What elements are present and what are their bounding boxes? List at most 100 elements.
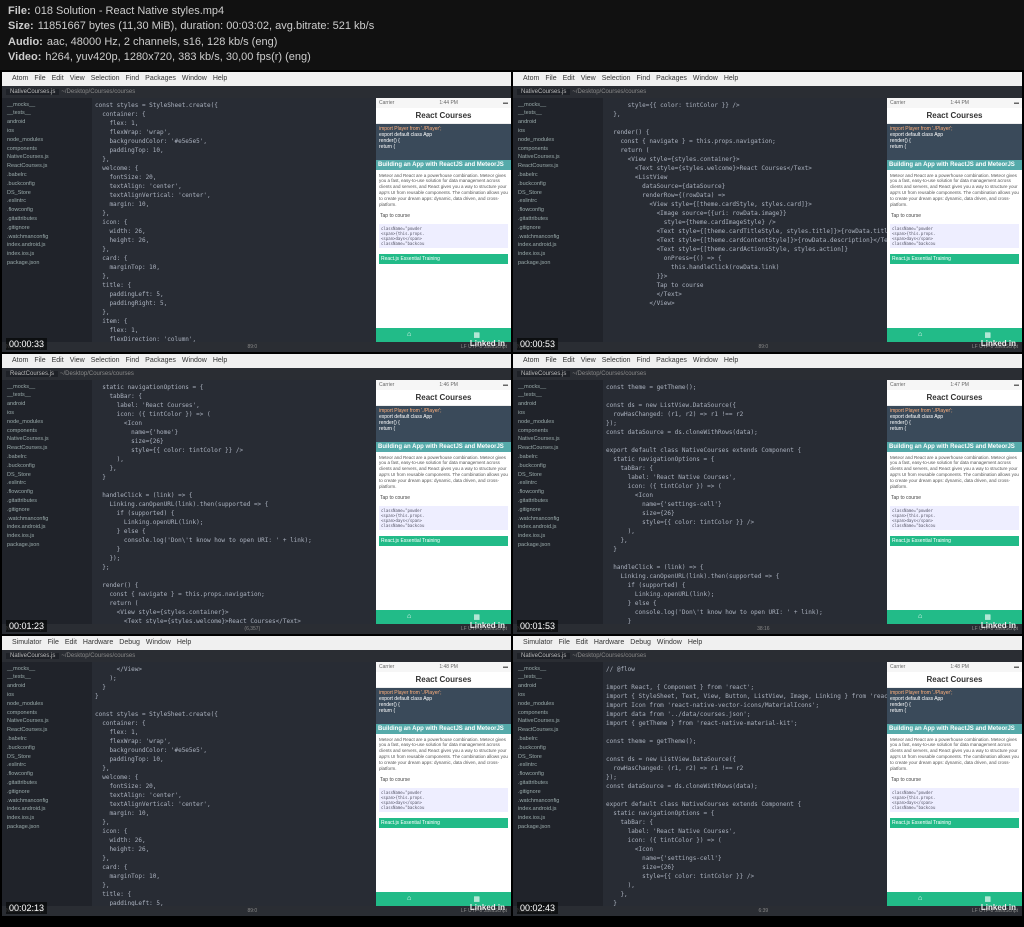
file-tree-item[interactable]: ReactCourses.js	[516, 162, 600, 171]
menu-selection[interactable]: Selection	[91, 75, 120, 82]
settings-icon[interactable]: ▦	[473, 895, 480, 903]
file-tree[interactable]: __mocks____tests__androidiosnode_modules…	[2, 380, 92, 624]
file-tree-item[interactable]: NativeCourses.js	[5, 717, 89, 726]
essential-card[interactable]: React.js Essential Training	[379, 254, 508, 264]
code-editor[interactable]: // @flow import React, { Component } fro…	[603, 662, 887, 906]
menubar[interactable]: SimulatorFileEditHardwareDebugWindowHelp	[2, 636, 511, 650]
settings-icon[interactable]: ▦	[473, 613, 480, 621]
file-tree-item[interactable]: ios	[5, 127, 89, 136]
file-tree-item[interactable]: .gitignore	[5, 788, 89, 797]
file-tree-item[interactable]: __tests__	[516, 673, 600, 682]
home-icon[interactable]: ⌂	[918, 331, 922, 338]
file-tree-item[interactable]: android	[516, 400, 600, 409]
file-tree-item[interactable]: __tests__	[516, 391, 600, 400]
file-tree[interactable]: __mocks____tests__androidiosnode_modules…	[2, 98, 92, 342]
file-tree-item[interactable]: __mocks__	[516, 383, 600, 392]
home-icon[interactable]: ⌂	[918, 895, 922, 902]
file-tree-item[interactable]: package.json	[516, 823, 600, 832]
menubar[interactable]: SimulatorFileEditHardwareDebugWindowHelp	[513, 636, 1022, 650]
menubar[interactable]: AtomFileEditViewSelectionFindPackagesWin…	[513, 72, 1022, 86]
file-tree-item[interactable]: package.json	[516, 259, 600, 268]
file-tree-item[interactable]: .gitignore	[5, 506, 89, 515]
file-tree-item[interactable]: .babelrc	[516, 171, 600, 180]
file-tree-item[interactable]: .eslintrc	[5, 479, 89, 488]
file-tree-item[interactable]: android	[5, 400, 89, 409]
file-tree-item[interactable]: .babelrc	[5, 171, 89, 180]
file-tree-item[interactable]: NativeCourses.js	[5, 435, 89, 444]
tap-link[interactable]: Tap to course	[376, 211, 511, 221]
file-tree-item[interactable]: .gitattributes	[516, 497, 600, 506]
file-tree-item[interactable]: NativeCourses.js	[516, 435, 600, 444]
file-tree-item[interactable]: .gitignore	[516, 224, 600, 233]
file-tree-item[interactable]: android	[5, 682, 89, 691]
file-tree-item[interactable]: .buckconfig	[516, 744, 600, 753]
file-tree-item[interactable]: package.json	[5, 823, 89, 832]
file-tree-item[interactable]: index.ios.js	[5, 532, 89, 541]
menu-file[interactable]: File	[34, 75, 45, 82]
file-tree-item[interactable]: index.android.js	[516, 241, 600, 250]
file-tree[interactable]: __mocks____tests__androidiosnode_modules…	[513, 662, 603, 906]
file-tree-item[interactable]: ios	[5, 409, 89, 418]
file-tree-item[interactable]: .babelrc	[516, 453, 600, 462]
file-tree-item[interactable]: ReactCourses.js	[516, 726, 600, 735]
code-editor[interactable]: static navigationOptions = { tabBar: { l…	[92, 380, 376, 624]
file-tree-item[interactable]: index.ios.js	[516, 814, 600, 823]
menu-edit[interactable]: Edit	[52, 75, 64, 82]
tab-native[interactable]: NativeCourses.js	[6, 89, 59, 95]
file-tree-item[interactable]: .gitignore	[516, 788, 600, 797]
file-tree-item[interactable]: .eslintrc	[516, 761, 600, 770]
file-tree-item[interactable]: .babelrc	[516, 735, 600, 744]
file-tree-item[interactable]: .gitignore	[516, 506, 600, 515]
file-tree-item[interactable]: node_modules	[5, 418, 89, 427]
file-tree-item[interactable]: ReactCourses.js	[5, 162, 89, 171]
file-tree-item[interactable]: __mocks__	[516, 101, 600, 110]
settings-icon[interactable]: ▦	[473, 331, 480, 339]
home-icon[interactable]: ⌂	[407, 895, 411, 902]
file-tree-item[interactable]: package.json	[5, 259, 89, 268]
file-tree-item[interactable]: .flowconfig	[5, 770, 89, 779]
file-tree-item[interactable]: index.android.js	[516, 805, 600, 814]
menu-window[interactable]: Window	[182, 75, 207, 82]
file-tree-item[interactable]: __tests__	[5, 109, 89, 118]
file-tree-item[interactable]: .watchmanconfig	[516, 233, 600, 242]
file-tree-item[interactable]: index.ios.js	[516, 532, 600, 541]
file-tree-item[interactable]: __mocks__	[516, 665, 600, 674]
file-tree-item[interactable]: index.ios.js	[5, 250, 89, 259]
file-tree-item[interactable]: DS_Store	[5, 189, 89, 198]
file-tree-item[interactable]: components	[5, 427, 89, 436]
file-tree-item[interactable]: .gitattributes	[5, 779, 89, 788]
code-editor[interactable]: const theme = getTheme(); const ds = new…	[603, 380, 887, 624]
file-tree-item[interactable]: components	[516, 427, 600, 436]
file-tree-item[interactable]: ios	[516, 409, 600, 418]
file-tree-item[interactable]: DS_Store	[516, 471, 600, 480]
file-tree-item[interactable]: android	[516, 118, 600, 127]
file-tree-item[interactable]: DS_Store	[516, 189, 600, 198]
file-tree-item[interactable]: .watchmanconfig	[5, 515, 89, 524]
file-tree-item[interactable]: .babelrc	[5, 735, 89, 744]
file-tree-item[interactable]: .gitattributes	[5, 215, 89, 224]
file-tree-item[interactable]: .gitignore	[5, 224, 89, 233]
home-icon[interactable]: ⌂	[407, 613, 411, 620]
file-tree-item[interactable]: node_modules	[516, 136, 600, 145]
file-tree-item[interactable]: NativeCourses.js	[516, 717, 600, 726]
file-tree-item[interactable]: ReactCourses.js	[5, 726, 89, 735]
file-tree-item[interactable]: index.ios.js	[516, 250, 600, 259]
file-tree-item[interactable]: DS_Store	[5, 753, 89, 762]
file-tree-item[interactable]: index.android.js	[5, 523, 89, 532]
file-tree-item[interactable]: .watchmanconfig	[5, 233, 89, 242]
file-tree-item[interactable]: .eslintrc	[516, 197, 600, 206]
file-tree-item[interactable]: ios	[516, 127, 600, 136]
file-tree-item[interactable]: node_modules	[5, 700, 89, 709]
file-tree-item[interactable]: .gitattributes	[516, 215, 600, 224]
file-tree-item[interactable]: ios	[516, 691, 600, 700]
file-tree-item[interactable]: .buckconfig	[5, 744, 89, 753]
file-tree-item[interactable]: index.android.js	[516, 523, 600, 532]
menu-find[interactable]: Find	[126, 75, 140, 82]
file-tree-item[interactable]: components	[5, 709, 89, 718]
file-tree-item[interactable]: DS_Store	[5, 471, 89, 480]
file-tree-item[interactable]: package.json	[516, 541, 600, 550]
file-tree-item[interactable]: components	[516, 709, 600, 718]
file-tree-item[interactable]: .flowconfig	[5, 206, 89, 215]
file-tree-item[interactable]: __mocks__	[5, 383, 89, 392]
file-tree-item[interactable]: .babelrc	[5, 453, 89, 462]
